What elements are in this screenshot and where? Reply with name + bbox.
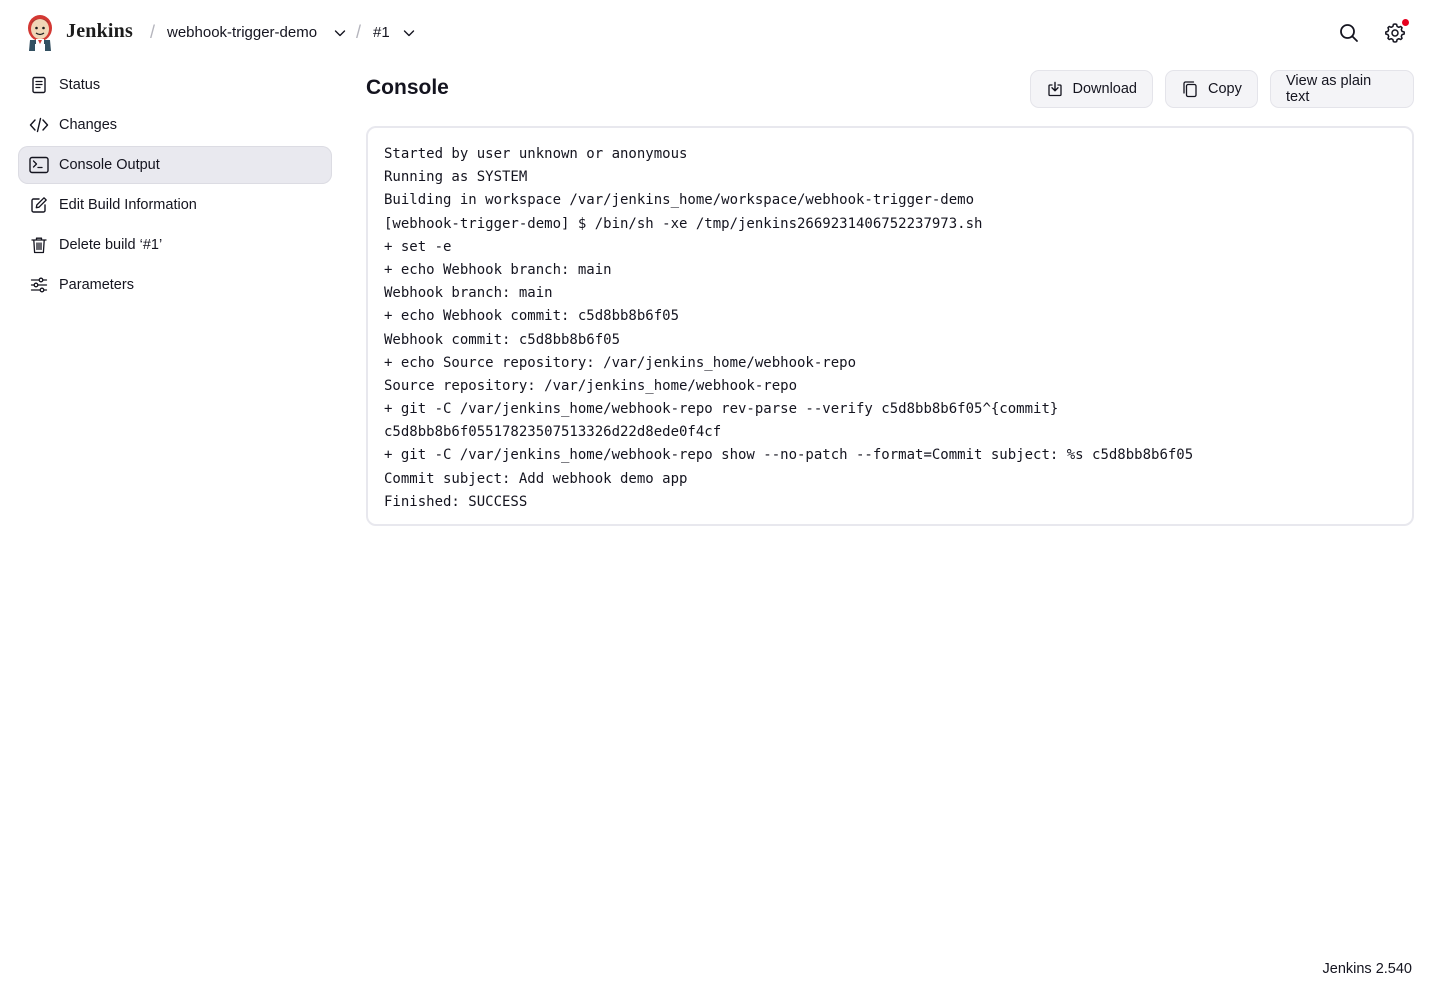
sliders-icon [29, 275, 49, 295]
sidebar-item-status[interactable]: Status [18, 66, 332, 104]
page-title: Console [366, 76, 449, 99]
console-line: Commit subject: Add webhook demo app [384, 470, 688, 487]
sidebar-item-label: Changes [59, 117, 118, 133]
view-plain-text-label: View as plain text [1286, 73, 1372, 105]
console-line: Started by user unknown or anonymous [384, 146, 688, 162]
download-icon [1046, 80, 1064, 98]
search-icon[interactable] [1337, 21, 1361, 45]
sidebar-item-changes[interactable]: Changes [18, 106, 332, 144]
download-button-label: Download [1072, 81, 1138, 97]
brand-name[interactable]: Jenkins [66, 20, 133, 43]
copy-button[interactable]: Copy [1165, 70, 1258, 108]
console-line: + echo Webhook branch: main [384, 261, 612, 278]
trash-icon [29, 235, 49, 255]
edit-icon [29, 195, 49, 215]
sidebar-item-label: Edit Build Information [59, 197, 197, 213]
chevron-down-icon[interactable] [402, 26, 416, 40]
sidebar-item-label: Console Output [59, 157, 160, 173]
console-line: Webhook commit: c5d8bb8b6f05 [384, 331, 621, 348]
document-icon [29, 75, 49, 95]
breadcrumb-build[interactable]: #1 [373, 24, 390, 41]
console-line: Finished: SUCCESS [384, 493, 528, 510]
jenkins-logo-icon[interactable] [24, 13, 56, 51]
view-plain-text-button[interactable]: View as plain text [1270, 70, 1414, 108]
top-header: Jenkins / webhook-trigger-demo / #1 [0, 0, 1440, 66]
breadcrumb-job[interactable]: webhook-trigger-demo [167, 24, 317, 41]
sidebar-item-edit-build-information[interactable]: Edit Build Information [18, 186, 332, 224]
sidebar-item-parameters[interactable]: Parameters [18, 266, 332, 304]
sidebar: Status Changes Console Output Edit Build… [18, 66, 332, 306]
console-line: + git -C /var/jenkins_home/webhook-repo … [384, 401, 1059, 418]
terminal-icon [29, 155, 49, 175]
breadcrumb-separator: / [150, 22, 156, 42]
console-line: c5d8bb8b6f05517823507513326d22d8ede0f4cf [384, 424, 722, 441]
console-line: Source repository: /var/jenkins_home/web… [384, 377, 798, 394]
download-button[interactable]: Download [1030, 70, 1153, 108]
sidebar-item-console-output[interactable]: Console Output [18, 146, 332, 184]
console-line: Running as SYSTEM [384, 169, 528, 186]
console-line: + set -e [384, 238, 452, 255]
sidebar-item-label: Status [59, 77, 101, 93]
console-line: + echo Webhook commit: c5d8bb8b6f05 [384, 308, 680, 325]
console-line: Webhook branch: main [384, 285, 553, 302]
breadcrumb-separator: / [356, 22, 362, 42]
console-line: [webhook-trigger-demo] $ /bin/sh -xe /tm… [384, 215, 983, 232]
sidebar-item-label: Parameters [59, 277, 134, 293]
console-line: + echo Source repository: /var/jenkins_h… [384, 354, 857, 371]
sidebar-item-label: Delete build ‘#1’ [59, 237, 163, 253]
notification-badge [1402, 19, 1409, 26]
jenkins-version-link[interactable]: Jenkins 2.540 [1323, 961, 1412, 977]
copy-button-label: Copy [1208, 81, 1242, 97]
console-line: Building in workspace /var/jenkins_home/… [384, 192, 975, 209]
code-icon [29, 115, 49, 135]
console-output: Started by user unknown or anonymous Run… [366, 126, 1414, 526]
copy-icon [1181, 80, 1199, 98]
chevron-down-icon[interactable] [333, 26, 347, 40]
console-line: + git -C /var/jenkins_home/webhook-repo … [384, 447, 1194, 464]
sidebar-item-delete-build[interactable]: Delete build ‘#1’ [18, 226, 332, 264]
